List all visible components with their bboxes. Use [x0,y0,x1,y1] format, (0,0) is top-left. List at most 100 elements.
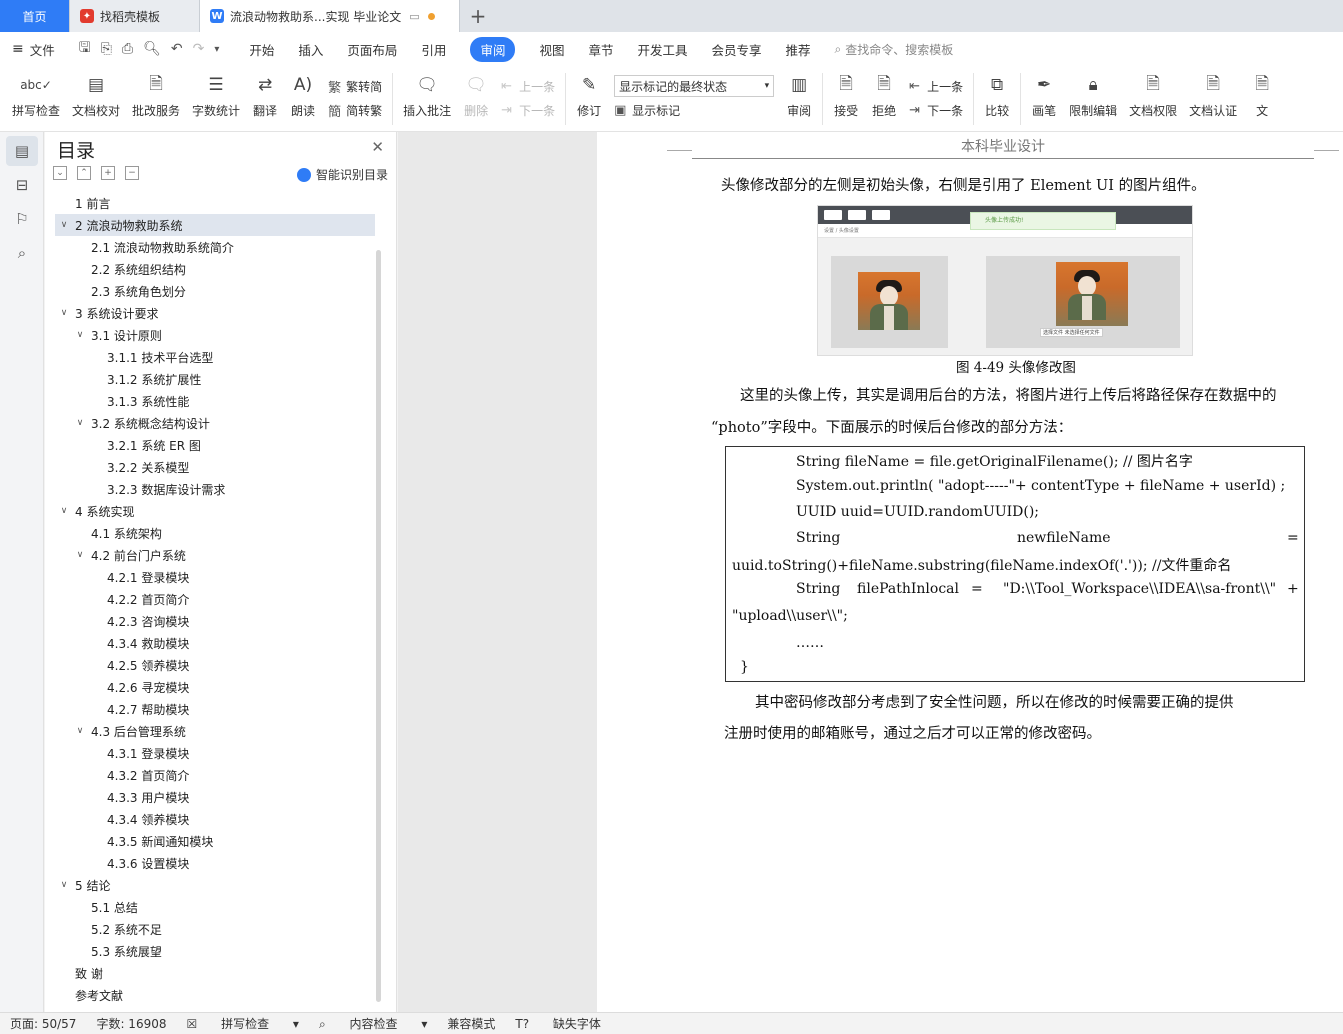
chevron-down-icon[interactable]: ∨ [73,418,87,428]
menu-insert[interactable]: 插入 [298,40,323,59]
menu-chapter[interactable]: 章节 [588,40,613,59]
toc-item[interactable]: 3.1.2 系统扩展性 [55,368,375,390]
menu-devtools[interactable]: 开发工具 [637,40,687,59]
toc-item[interactable]: 致 谢 [55,962,375,984]
chevron-down-icon[interactable]: ∨ [57,220,71,230]
delete-comment-button[interactable]: 🗨 删除 [463,66,489,126]
toc-item[interactable]: 4.2.6 寻宠模块 [55,676,375,698]
menu-review[interactable]: 审阅 [470,36,516,62]
toc-item[interactable]: 4.3.4 领养模块 [55,808,375,830]
monitor-icon[interactable]: ▭ [409,10,419,23]
toc-item[interactable]: 1 前言 [55,192,375,214]
toc-item[interactable]: 3.2.1 系统 ER 图 [55,434,375,456]
restrict-edit-button[interactable]: 🔒︎ 限制编辑 [1069,66,1117,126]
word-count[interactable]: 字数: 16908 [96,1015,166,1032]
document-page[interactable]: 本科毕业设计 头像修改部分的左侧是初始头像，右侧是引用了 Element UI … [597,132,1343,1012]
print-preview-icon[interactable]: 🔍︎ [143,41,161,57]
toc-scrollbar[interactable] [376,250,381,1002]
toc-item[interactable]: ∨ 3.1 设计原则 [55,324,375,346]
chevron-down-icon[interactable]: ∨ [73,550,87,560]
status-spell-check[interactable]: ☒ 拼写检查 ▾ [187,1015,299,1032]
close-icon[interactable]: ✕ [371,138,384,156]
page-indicator[interactable]: 页面: 50/57 [10,1015,76,1032]
translate-button[interactable]: ⇄ 翻译 [252,66,278,126]
bookmark-panel-button[interactable]: ⚐ [6,204,38,234]
next-change-button[interactable]: ⇥ 下一条 [909,98,963,122]
toc-item[interactable]: 4.2.5 领养模块 [55,654,375,676]
prev-comment-button[interactable]: ⇤ 上一条 [501,74,555,98]
toc-item[interactable]: 参考文献 [55,984,375,1006]
reject-button[interactable]: 🗎 拒绝 [871,66,897,126]
prev-change-button[interactable]: ⇤ 上一条 [909,74,963,98]
simple-to-trad-button[interactable]: 簡简转繁 [328,98,382,122]
command-search[interactable]: ⌕ 查找命令、搜索模板 [835,41,954,58]
compare-button[interactable]: ⧉ 比较 [984,66,1010,126]
status-content-check[interactable]: ⌕ 内容检查 ▾ [319,1015,427,1032]
show-markup-button[interactable]: ▣ 显示标记 [614,98,774,122]
insert-comment-button[interactable]: 🗨 插入批注 [403,66,451,126]
toc-item[interactable]: 2.1 流浪动物救助系统简介 [55,236,375,258]
read-aloud-button[interactable]: A) 朗读 [290,66,316,126]
chevron-down-icon[interactable]: ∨ [73,330,87,340]
export-icon[interactable]: ⎘ [101,41,112,57]
toc-item[interactable]: ∨ 2 流浪动物救助系统 [55,214,375,236]
toc-item[interactable]: 4.2.7 帮助模块 [55,698,375,720]
find-panel-button[interactable]: ⌕ [6,238,38,268]
missing-fonts[interactable]: T? 缺失字体 [515,1015,621,1032]
toc-item[interactable]: ∨ 4 系统实现 [55,500,375,522]
chevron-down-icon[interactable]: ∨ [73,726,87,736]
tab-templates[interactable]: ✦ 找稻壳模板 [70,0,200,32]
doc-proofread-button[interactable]: ▤ 文档校对 [72,66,120,126]
toc-item[interactable]: 3.2.3 数据库设计需求 [55,478,375,500]
redo-icon[interactable]: ↷ [193,41,205,57]
chevron-down-icon[interactable]: ∨ [57,880,71,890]
toc-item[interactable]: ∨ 3.2 系统概念结构设计 [55,412,375,434]
toc-panel-button[interactable]: ▤ [6,136,38,166]
review-pane-button[interactable]: ▥ 审阅 [786,66,812,126]
save-icon[interactable]: 🖫 [79,37,91,61]
file-menu[interactable]: ≡ 文件 [12,40,55,59]
word-count-button[interactable]: ☰ 字数统计 [192,66,240,126]
chevron-down-icon[interactable]: ∨ [57,308,71,318]
toc-item[interactable]: 4.3.4 救助模块 [55,632,375,654]
doc-more-button[interactable]: 🗎 文 [1249,66,1275,126]
trad-to-simple-button[interactable]: 繁繁转简 [328,74,382,98]
toc-item[interactable]: 4.2.2 首页简介 [55,588,375,610]
toc-item[interactable]: 4.3.2 首页简介 [55,764,375,786]
tab-document[interactable]: W 流浪动物救助系...实现 毕业论文 ▭ [200,0,460,32]
toc-item[interactable]: 3.1.3 系统性能 [55,390,375,412]
toc-item[interactable]: 5.2 系统不足 [55,918,375,940]
toc-item[interactable]: 4.2.1 登录模块 [55,566,375,588]
pen-button[interactable]: ✒ 画笔 [1031,66,1057,126]
batch-correct-button[interactable]: 🗎 批改服务 [132,66,180,126]
toc-item[interactable]: 5.1 总结 [55,896,375,918]
toc-item[interactable]: 4.1 系统架构 [55,522,375,544]
print-icon[interactable]: ⎙ [122,41,133,57]
toc-item[interactable]: ∨ 4.2 前台门户系统 [55,544,375,566]
menu-layout[interactable]: 页面布局 [347,40,397,59]
level-up-icon[interactable]: ⌃ [77,166,91,180]
menu-view[interactable]: 视图 [539,40,564,59]
toc-item[interactable]: 4.3.6 设置模块 [55,852,375,874]
doc-rights-button[interactable]: 🗎 文档权限 [1129,66,1177,126]
toc-item[interactable]: 3.2.2 关系模型 [55,456,375,478]
accept-button[interactable]: 🗎 接受 [833,66,859,126]
toc-item[interactable]: ∨ 5 结论 [55,874,375,896]
menu-membership[interactable]: 会员专享 [712,40,762,59]
new-tab-button[interactable]: + [460,0,496,32]
toc-item[interactable]: 4.3.3 用户模块 [55,786,375,808]
collapse-icon[interactable]: − [125,166,139,180]
menu-references[interactable]: 引用 [421,40,446,59]
doc-cert-button[interactable]: 🗎 文档认证 [1189,66,1237,126]
toc-item[interactable]: 2.3 系统角色划分 [55,280,375,302]
toc-item[interactable]: ∨ 4.3 后台管理系统 [55,720,375,742]
expand-icon[interactable]: + [101,166,115,180]
toc-item[interactable]: 3.1.1 技术平台选型 [55,346,375,368]
collapse-all-icon[interactable]: ⌄ [53,166,67,180]
track-changes-button[interactable]: ✎ 修订 [576,66,602,126]
markup-state-select[interactable]: 显示标记的最终状态 ▾ [614,74,775,98]
toc-item[interactable]: 4.2.3 咨询模块 [55,610,375,632]
chevron-down-icon[interactable]: ∨ [57,506,71,516]
spell-check-button[interactable]: abc✓ 拼写检查 [12,66,60,126]
undo-icon[interactable]: ↶ [171,41,183,57]
